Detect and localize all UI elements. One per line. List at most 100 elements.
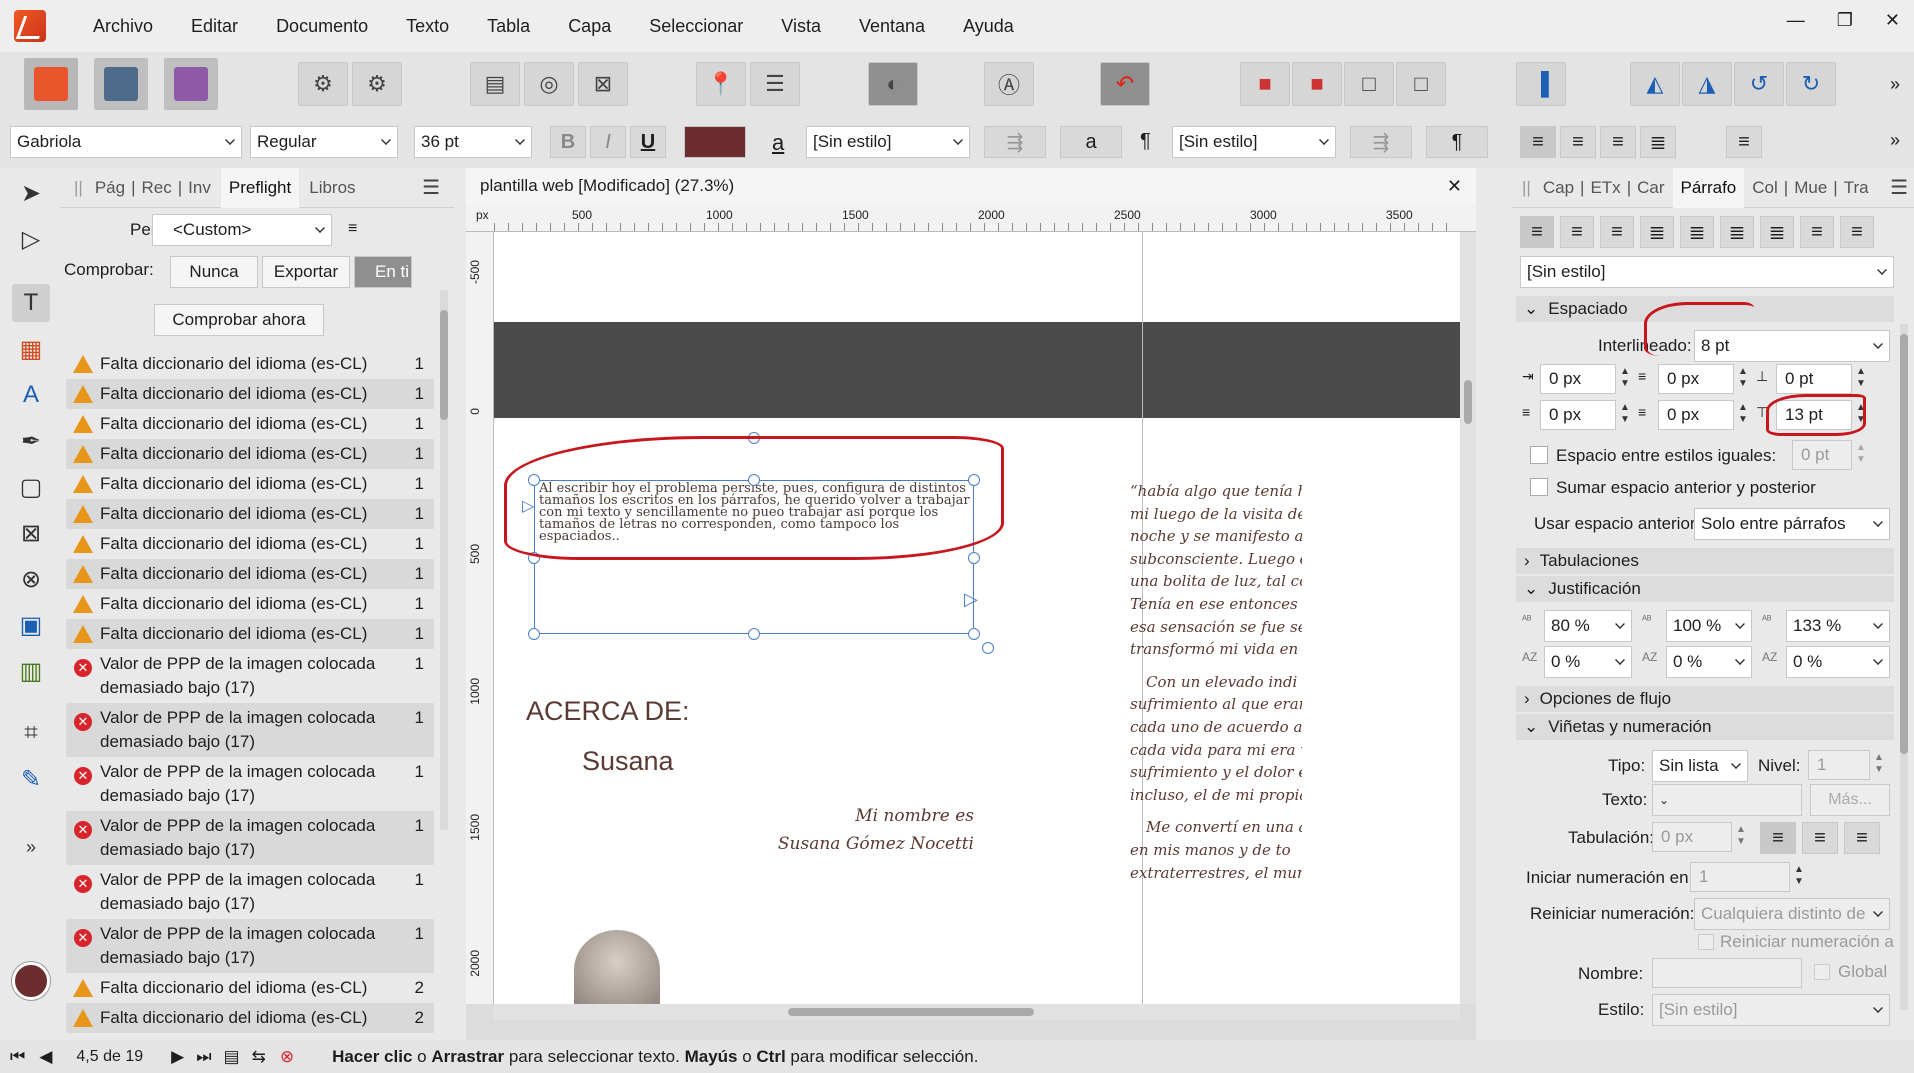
- tab-tra[interactable]: Tra: [1844, 178, 1869, 198]
- tab-rec[interactable]: Rec: [142, 178, 172, 198]
- designer-persona-button[interactable]: [94, 58, 148, 110]
- menu-vista[interactable]: Vista: [781, 16, 821, 37]
- para-style-update-icon[interactable]: ⇶: [1350, 126, 1412, 158]
- frame-text-options-icon[interactable]: Ⓐ: [984, 62, 1034, 106]
- align-center-text-icon[interactable]: ≡: [1560, 126, 1596, 158]
- indent-first-field[interactable]: 0 px: [1658, 364, 1734, 394]
- photo-persona-button[interactable]: [164, 58, 218, 110]
- undo-link-icon[interactable]: ↶: [1100, 62, 1150, 106]
- letter-min-dropdown[interactable]: 0 %: [1544, 646, 1632, 678]
- frame-text-tool-icon[interactable]: T: [12, 284, 50, 322]
- global-checkbox[interactable]: [1814, 964, 1830, 980]
- list-align-right-icon[interactable]: ≡: [1844, 822, 1880, 854]
- menu-texto[interactable]: Texto: [406, 16, 449, 37]
- rectangle-tool-icon[interactable]: ▢: [12, 468, 50, 506]
- para-style-dropdown[interactable]: [Sin estilo]: [1172, 126, 1336, 158]
- para-align-center-icon[interactable]: ≡: [1560, 216, 1594, 248]
- check-now-button[interactable]: Comprobar ahora: [154, 304, 324, 336]
- text-frame-icon[interactable]: ▤: [470, 62, 520, 106]
- text-color-swatch[interactable]: [684, 126, 746, 158]
- flip-vertical-icon[interactable]: ◮: [1682, 62, 1732, 106]
- issue-row[interactable]: Falta diccionario del idioma (es-CL) 1: [66, 559, 434, 589]
- settings-gear-icon[interactable]: ⚙: [298, 62, 348, 106]
- send-backward-icon[interactable]: □: [1344, 62, 1394, 106]
- issue-row[interactable]: ✕ Valor de PPP de la imagen colocada dema…: [66, 811, 434, 865]
- horizontal-scrollbar[interactable]: [494, 1004, 1460, 1020]
- indent-right-field[interactable]: 0 px: [1540, 400, 1616, 430]
- page-canvas[interactable]: Al escribir hoy el problema persiste, pu…: [494, 232, 1460, 1004]
- para-align-spine-icon[interactable]: ≡: [1800, 216, 1834, 248]
- start-number-field[interactable]: 1: [1690, 862, 1790, 892]
- menu-seleccionar[interactable]: Seleccionar: [649, 16, 743, 37]
- issue-row[interactable]: Falta diccionario del idioma (es-CL) 1: [66, 529, 434, 559]
- align-left-text-icon[interactable]: ≡: [1520, 126, 1556, 158]
- indent-last-field[interactable]: 0 px: [1658, 400, 1734, 430]
- menu-ventana[interactable]: Ventana: [859, 16, 925, 37]
- more-tools-icon[interactable]: »: [12, 828, 50, 866]
- list-tab-stepper[interactable]: ▲ ▼: [1736, 824, 1748, 850]
- list-align-center-icon[interactable]: ≡: [1802, 822, 1838, 854]
- issue-row[interactable]: Falta diccionario del idioma (es-CL) 2: [66, 973, 434, 1003]
- last-page-icon[interactable]: ⏭: [196, 1047, 211, 1067]
- use-before-dropdown[interactable]: Solo entre párrafos: [1694, 508, 1890, 540]
- rotate-left-icon[interactable]: ↺: [1734, 62, 1784, 106]
- same-style-stepper[interactable]: ▲ ▼: [1856, 442, 1868, 468]
- list-text-dropdown[interactable]: ⌄: [1652, 784, 1802, 816]
- para-justify-left-icon[interactable]: ≣: [1640, 216, 1674, 248]
- para-justify-center-icon[interactable]: ≣: [1680, 216, 1714, 248]
- frame-handle[interactable]: [528, 628, 540, 640]
- tab-inv[interactable]: Inv: [188, 178, 211, 198]
- artistic-text-tool-icon[interactable]: A: [12, 376, 50, 414]
- font-size-dropdown[interactable]: 36 pt: [414, 126, 532, 158]
- para-justify-all-icon[interactable]: ≣: [1760, 216, 1794, 248]
- issue-row[interactable]: ✕ Valor de PPP de la imagen colocada dema…: [66, 919, 434, 973]
- pin-icon[interactable]: 📍: [696, 62, 746, 106]
- table-tool-icon[interactable]: ▦: [12, 330, 50, 368]
- issue-row[interactable]: Falta diccionario del idioma (es-CL) 2: [66, 1003, 434, 1033]
- clear-char-style-icon[interactable]: a: [1060, 126, 1122, 158]
- bold-button[interactable]: B: [550, 126, 586, 158]
- font-style-dropdown[interactable]: Regular: [250, 126, 398, 158]
- eyedropper-tool-icon[interactable]: ✎: [12, 760, 50, 798]
- word-max-dropdown[interactable]: 133 %: [1786, 610, 1890, 642]
- tab-pag[interactable]: Pág: [95, 178, 125, 198]
- indent-last-stepper[interactable]: ▲ ▼: [1738, 402, 1750, 428]
- panel-para-style-dropdown[interactable]: [Sin estilo]: [1520, 256, 1894, 288]
- minimize-icon[interactable]: —: [1787, 10, 1805, 31]
- space-before-stepper[interactable]: ▲ ▼: [1856, 366, 1868, 392]
- right-panel-menu-icon[interactable]: ☰: [1890, 175, 1908, 200]
- para-align-left-icon[interactable]: ≡: [1520, 216, 1554, 248]
- table-of-contents-icon[interactable]: ▥: [12, 652, 50, 690]
- restart-dropdown[interactable]: Cualquiera distinto de: [1694, 898, 1890, 930]
- align-right-text-icon[interactable]: ≡: [1600, 126, 1636, 158]
- frame-handle[interactable]: [968, 552, 980, 564]
- panel-menu-icon[interactable]: ☰: [422, 175, 440, 200]
- check-never-button[interactable]: Nunca: [170, 256, 258, 288]
- frame-shape-icon[interactable]: ◎: [524, 62, 574, 106]
- bring-forward-icon[interactable]: ■: [1292, 62, 1342, 106]
- menu-capa[interactable]: Capa: [568, 16, 611, 37]
- tab-parrafo[interactable]: Párrafo: [1672, 167, 1745, 208]
- list-style-dropdown[interactable]: [Sin estilo]: [1652, 994, 1890, 1026]
- level-stepper[interactable]: ▲ ▼: [1874, 752, 1886, 778]
- menu-documento[interactable]: Documento: [276, 16, 368, 37]
- para-align-right-icon[interactable]: ≡: [1600, 216, 1634, 248]
- char-style-update-icon[interactable]: ⇶: [984, 126, 1046, 158]
- pen-tool-icon[interactable]: ✒: [12, 422, 50, 460]
- check-export-button[interactable]: Exportar: [262, 256, 350, 288]
- tab-mue[interactable]: Mue: [1794, 178, 1827, 198]
- document-tab[interactable]: plantilla web [Modificado] (27.3%) ✕: [466, 168, 1476, 204]
- issue-row[interactable]: ✕ Valor de PPP de la imagen colocada dema…: [66, 703, 434, 757]
- next-page-icon[interactable]: ▶: [171, 1047, 184, 1067]
- tab-col[interactable]: Col: [1752, 178, 1778, 198]
- char-style-icon[interactable]: a: [772, 130, 784, 156]
- vertical-align-icon[interactable]: ≡: [1726, 126, 1762, 158]
- indent-left-field[interactable]: 0 px: [1540, 364, 1616, 394]
- more-button[interactable]: Más...: [1810, 784, 1890, 816]
- issue-row[interactable]: Falta diccionario del idioma (es-CL) 1: [66, 439, 434, 469]
- font-family-dropdown[interactable]: Gabriola: [10, 126, 242, 158]
- issue-row[interactable]: Falta diccionario del idioma (es-CL) 1: [66, 379, 434, 409]
- issue-row[interactable]: Falta diccionario del idioma (es-CL) 1: [66, 469, 434, 499]
- para-justify-right-icon[interactable]: ≣: [1720, 216, 1754, 248]
- preview-mode-icon[interactable]: ◐: [868, 62, 918, 106]
